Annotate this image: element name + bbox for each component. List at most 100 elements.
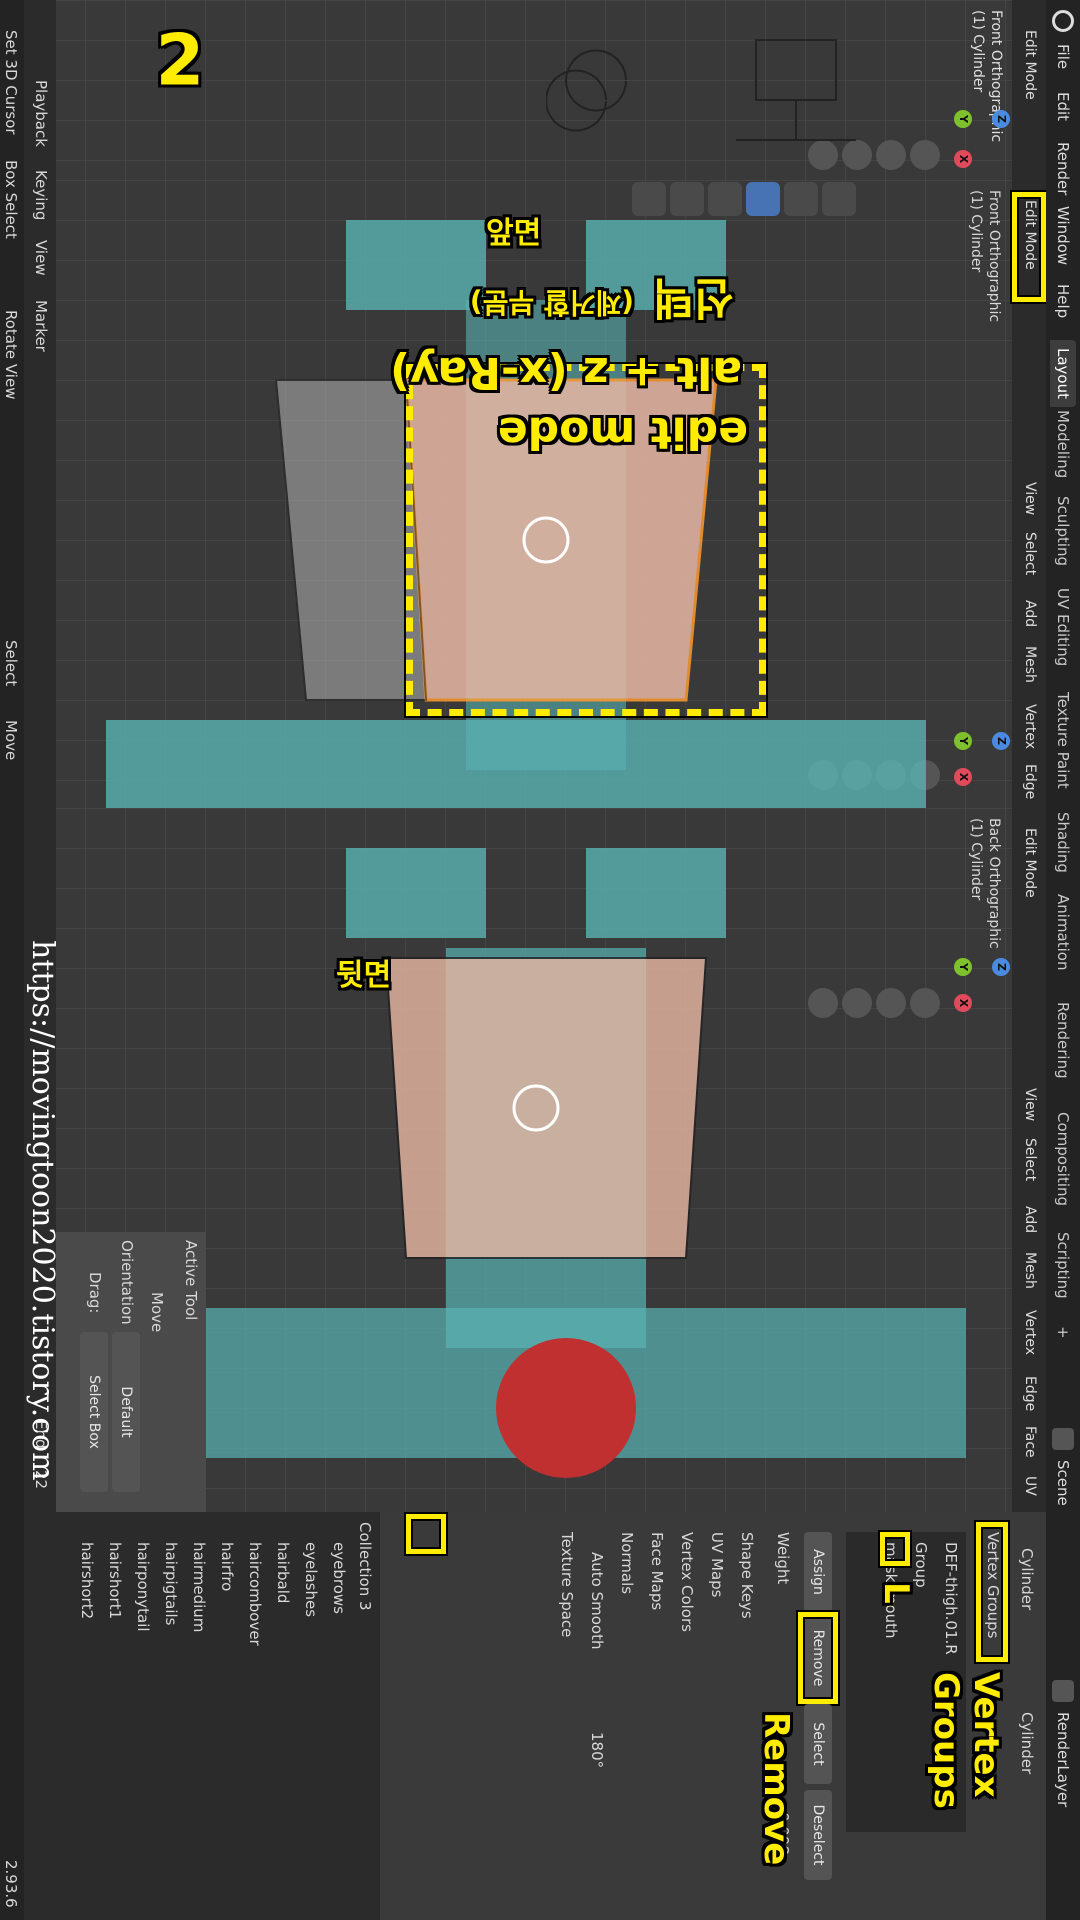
tab-layout[interactable]: Layout (1050, 340, 1076, 407)
tab-modeling[interactable]: Modeling (1054, 410, 1072, 478)
outliner-item[interactable]: hairshort1 (106, 1542, 124, 1619)
timeline-keying[interactable]: Keying (32, 170, 50, 220)
tab-texture-paint[interactable]: Texture Paint (1054, 692, 1072, 789)
outliner-list: Collection 3 eyebrows eyelashes hairbald… (56, 1512, 380, 1920)
add-workspace-button[interactable]: + (1054, 1326, 1072, 1339)
orientation-label: Orientation (118, 1240, 136, 1325)
vertex-group-item[interactable]: Group (912, 1542, 930, 1588)
tool-sidebar: Active Tool Move Orientation Default Dra… (56, 1232, 206, 1512)
tab-sculpting[interactable]: Sculpting (1054, 496, 1072, 566)
vertex-group-selected-highlight (880, 1532, 910, 1566)
outliner-item[interactable]: hairbald (274, 1542, 292, 1603)
status-rotate-view: Rotate View (2, 310, 20, 400)
outliner-item[interactable]: eyelashes (302, 1542, 320, 1617)
tool-select-box-icon[interactable] (822, 182, 856, 216)
properties-editor: Cylinder Cylinder Vertex Groups DEF-thig… (380, 1512, 1046, 1920)
outliner-item[interactable]: hairfro (218, 1542, 236, 1591)
deselect-button[interactable]: Deselect (804, 1790, 832, 1880)
view-layer-name[interactable]: RenderLayer (1054, 1712, 1072, 1807)
menu-window[interactable]: Window (1054, 206, 1072, 265)
tab-scripting[interactable]: Scripting (1054, 1232, 1072, 1299)
viewport-back[interactable]: Edit Mode View Select Add Mesh Vertex Ed… (56, 808, 1046, 1512)
edit-mode-selector[interactable]: Edit Mode (1022, 30, 1038, 100)
menu-edit[interactable]: Edit (1054, 92, 1072, 121)
outliner-item[interactable]: hairshort2 (78, 1542, 96, 1619)
auto-smooth-label: Auto Smooth (588, 1552, 606, 1650)
timeline-view[interactable]: View (32, 240, 50, 276)
outliner-item[interactable]: hairpigtails (162, 1542, 180, 1625)
watermark-url: https://movingtoon2020.tistory.com (25, 940, 60, 1481)
outliner-item[interactable]: hairponytail (134, 1542, 152, 1632)
zoom-icon[interactable] (910, 140, 940, 170)
viewport-top[interactable]: Edit Mode Front Orthographic (1) Cylinde… (56, 0, 1046, 180)
orientation-dropdown[interactable]: Default (112, 1332, 140, 1492)
outliner-item[interactable]: haircombover (246, 1542, 264, 1646)
viewport-front[interactable]: Edit Mode View Select Add Mesh Vertex Ed… (56, 180, 1046, 808)
status-set-3d-cursor: Set 3D Cursor (2, 30, 20, 135)
gizmo-y-dot[interactable]: Y (954, 110, 972, 128)
tab-uv-editing[interactable]: UV Editing (1054, 588, 1072, 666)
status-select: Select (2, 640, 20, 687)
section-shape-keys[interactable]: Shape Keys (738, 1532, 756, 1619)
section-normals[interactable]: Normals (618, 1532, 636, 1594)
active-tool-section[interactable]: Active Tool (182, 1240, 200, 1320)
assign-button[interactable]: Assign (804, 1532, 832, 1612)
tool-scale-icon[interactable] (670, 182, 704, 216)
tab-compositing[interactable]: Compositing (1054, 1112, 1072, 1206)
section-face-maps[interactable]: Face Maps (648, 1532, 666, 1610)
annotation-remove: Remove (756, 1712, 796, 1866)
section-vertex-colors[interactable]: Vertex Colors (678, 1532, 696, 1632)
annotation-remove-part: (제거할 부분) (469, 286, 634, 319)
vertex-group-item[interactable]: DEF-thigh.01.R (942, 1542, 960, 1655)
menu-file[interactable]: File (1054, 44, 1072, 69)
timeline-marker[interactable]: Marker (32, 300, 50, 352)
tab-animation[interactable]: Animation (1054, 894, 1072, 970)
object-name: (1) Cylinder (970, 10, 986, 93)
collection-name[interactable]: Collection 3 (356, 1522, 374, 1611)
status-move: Move (2, 720, 20, 761)
pan-icon[interactable] (876, 140, 906, 170)
view-layer-icon[interactable] (1052, 1680, 1074, 1702)
reference-figure-sketch (546, 39, 856, 141)
gizmo-x-dot[interactable]: X (954, 150, 972, 168)
annotation-L: L (876, 1582, 916, 1604)
outliner-item[interactable]: hairmedium (190, 1542, 208, 1632)
timeline-playback[interactable]: Playback (32, 80, 50, 147)
drag-label: Drag: (86, 1272, 104, 1314)
step-number: 2 (155, 19, 205, 102)
top-menubar: File Edit Render Window Help Layout Mode… (1046, 0, 1080, 1920)
mesh-data-tab-highlight (406, 1514, 446, 1554)
properties-object-right: Cylinder (1018, 1712, 1036, 1775)
tab-rendering[interactable]: Rendering (1054, 1002, 1072, 1079)
blender-window: File Edit Render Window Help Layout Mode… (0, 0, 1080, 1920)
blender-logo-icon[interactable] (1052, 10, 1074, 32)
status-version: 2.93.6 (2, 1860, 20, 1908)
tool-cursor-icon[interactable] (784, 182, 818, 216)
vertex-groups-highlight (976, 1522, 1008, 1662)
tool-move-icon[interactable] (746, 182, 780, 216)
status-box-select: Box Select (2, 160, 20, 239)
scene-name[interactable]: Scene (1054, 1460, 1072, 1506)
section-uv-maps[interactable]: UV Maps (708, 1532, 726, 1597)
remove-highlight (798, 1612, 838, 1704)
tool-rotate-icon[interactable] (708, 182, 742, 216)
select-button[interactable]: Select (804, 1704, 832, 1784)
label-back: 뒷면 (336, 958, 392, 993)
auto-smooth-angle[interactable]: 180° (588, 1732, 606, 1768)
section-texture-space[interactable]: Texture Space (558, 1532, 576, 1637)
gizmo-z-dot[interactable]: Z (992, 110, 1010, 128)
drag-dropdown[interactable]: Select Box (80, 1332, 108, 1492)
tab-shading[interactable]: Shading (1054, 812, 1072, 873)
annotation-select: 선택 (653, 272, 734, 323)
menu-render[interactable]: Render (1054, 142, 1072, 195)
annotation-alt-z: alt + z (x-Ray) (390, 347, 742, 398)
viewport-top-header: Edit Mode (1012, 0, 1046, 180)
menu-help[interactable]: Help (1054, 284, 1072, 318)
weight-label: Weight (774, 1532, 792, 1585)
annotation-edit-mode: edit mode (497, 407, 748, 458)
front-tool-strip (56, 180, 1046, 220)
outliner-item[interactable]: eyebrows (330, 1542, 348, 1614)
properties-object-name: Cylinder (1018, 1548, 1036, 1611)
tool-transform-icon[interactable] (632, 182, 666, 216)
scene-selector-icon[interactable] (1052, 1428, 1074, 1450)
